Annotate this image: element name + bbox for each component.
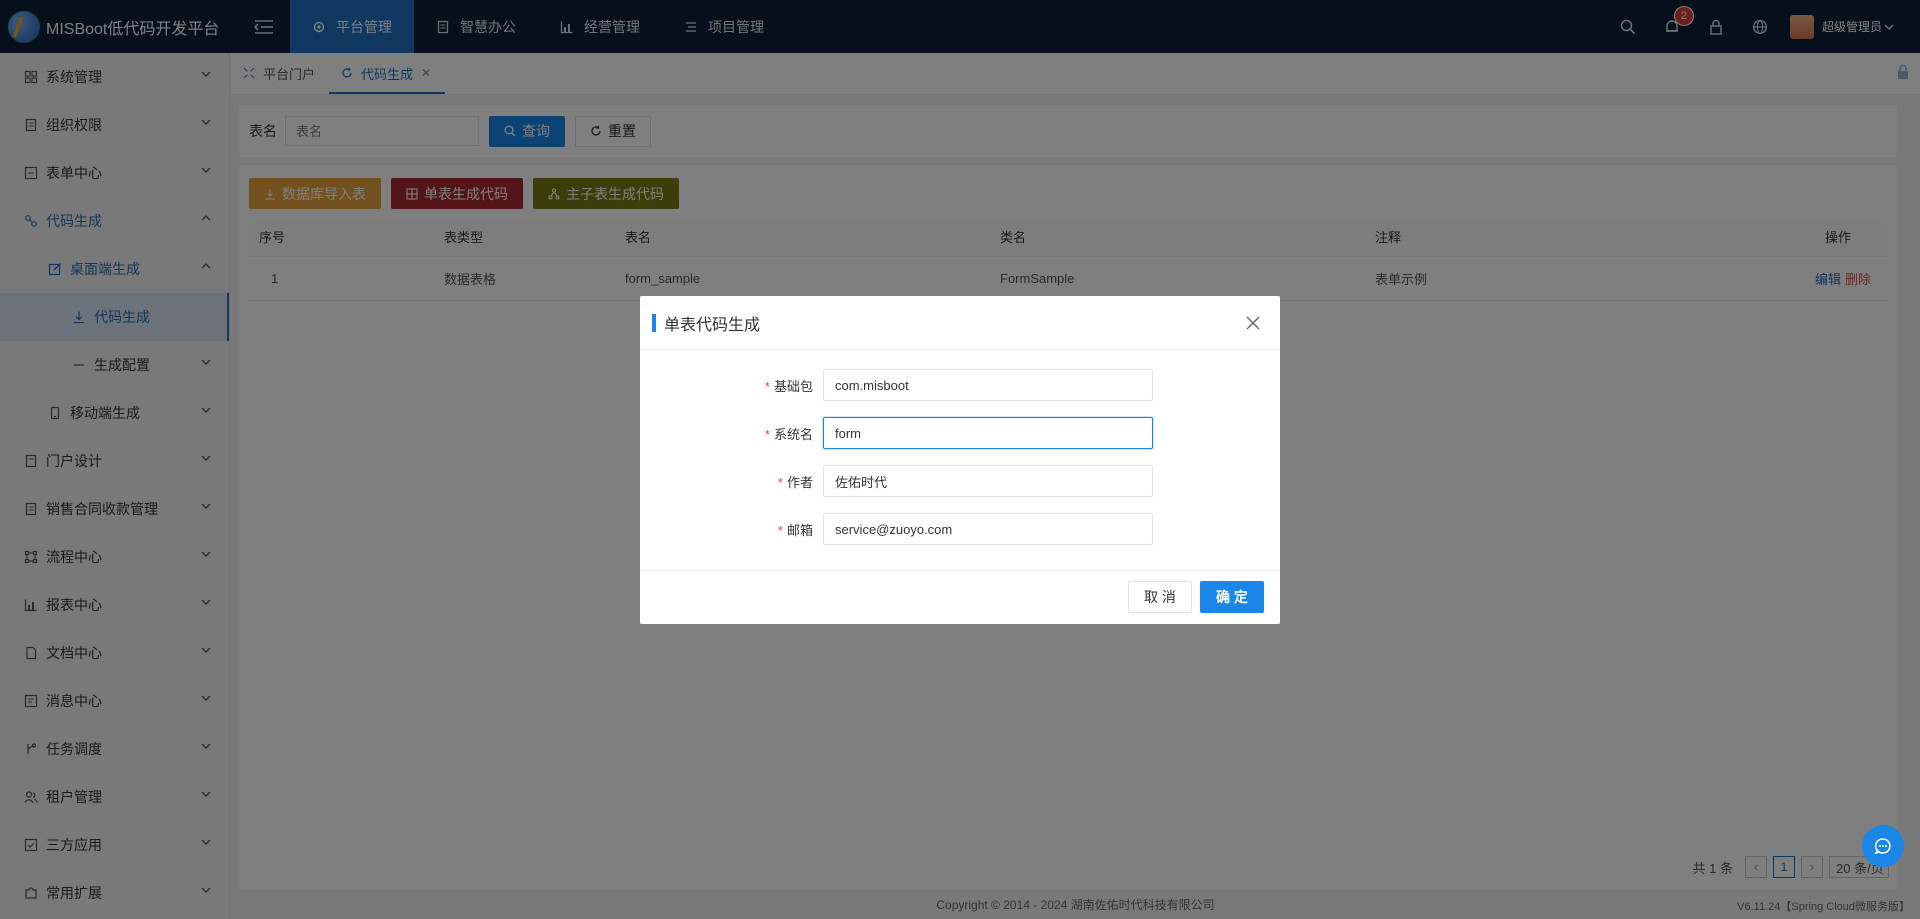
base-package-row: * 基础包 com.misboot	[640, 369, 1280, 401]
field-label: 作者	[786, 474, 813, 490]
field-label: 系统名	[773, 426, 813, 442]
confirm-button[interactable]: 确 定	[1200, 581, 1264, 613]
dialog-title: 单表代码生成	[664, 316, 761, 334]
system-name-field[interactable]: form	[823, 417, 1153, 449]
base-package-field[interactable]: com.misboot	[823, 369, 1153, 401]
required-mark: *	[764, 378, 770, 394]
required-mark: *	[777, 522, 783, 538]
base-package-label: * 基础包	[640, 376, 823, 395]
chat-icon	[1874, 838, 1891, 855]
chat-button[interactable]	[1862, 825, 1904, 867]
cancel-button[interactable]: 取 消	[1128, 581, 1192, 613]
field-label: 基础包	[773, 378, 813, 394]
author-label: * 作者	[640, 472, 823, 491]
required-mark: *	[777, 474, 783, 490]
system-name-label: * 系统名	[640, 424, 823, 443]
dialog-header: 单表代码生成	[640, 296, 1280, 350]
single-table-codegen-dialog: 单表代码生成 * 基础包 com.misboot * 系统名 form * 作者 佐佑…	[640, 296, 1280, 624]
dialog-footer: 取 消 确 定	[640, 570, 1280, 624]
system-name-row: * 系统名 form	[640, 417, 1280, 449]
email-label: * 邮箱	[640, 520, 823, 539]
field-label: 邮箱	[786, 522, 813, 538]
author-row: * 作者 佐佑时代	[640, 465, 1280, 497]
author-field[interactable]: 佐佑时代	[823, 465, 1153, 497]
title-accent	[652, 313, 656, 332]
required-mark: *	[764, 426, 770, 442]
email-row: * 邮箱 service@zuoyo.com	[640, 513, 1280, 545]
email-field[interactable]: service@zuoyo.com	[823, 513, 1153, 545]
close-icon[interactable]	[1244, 314, 1262, 332]
